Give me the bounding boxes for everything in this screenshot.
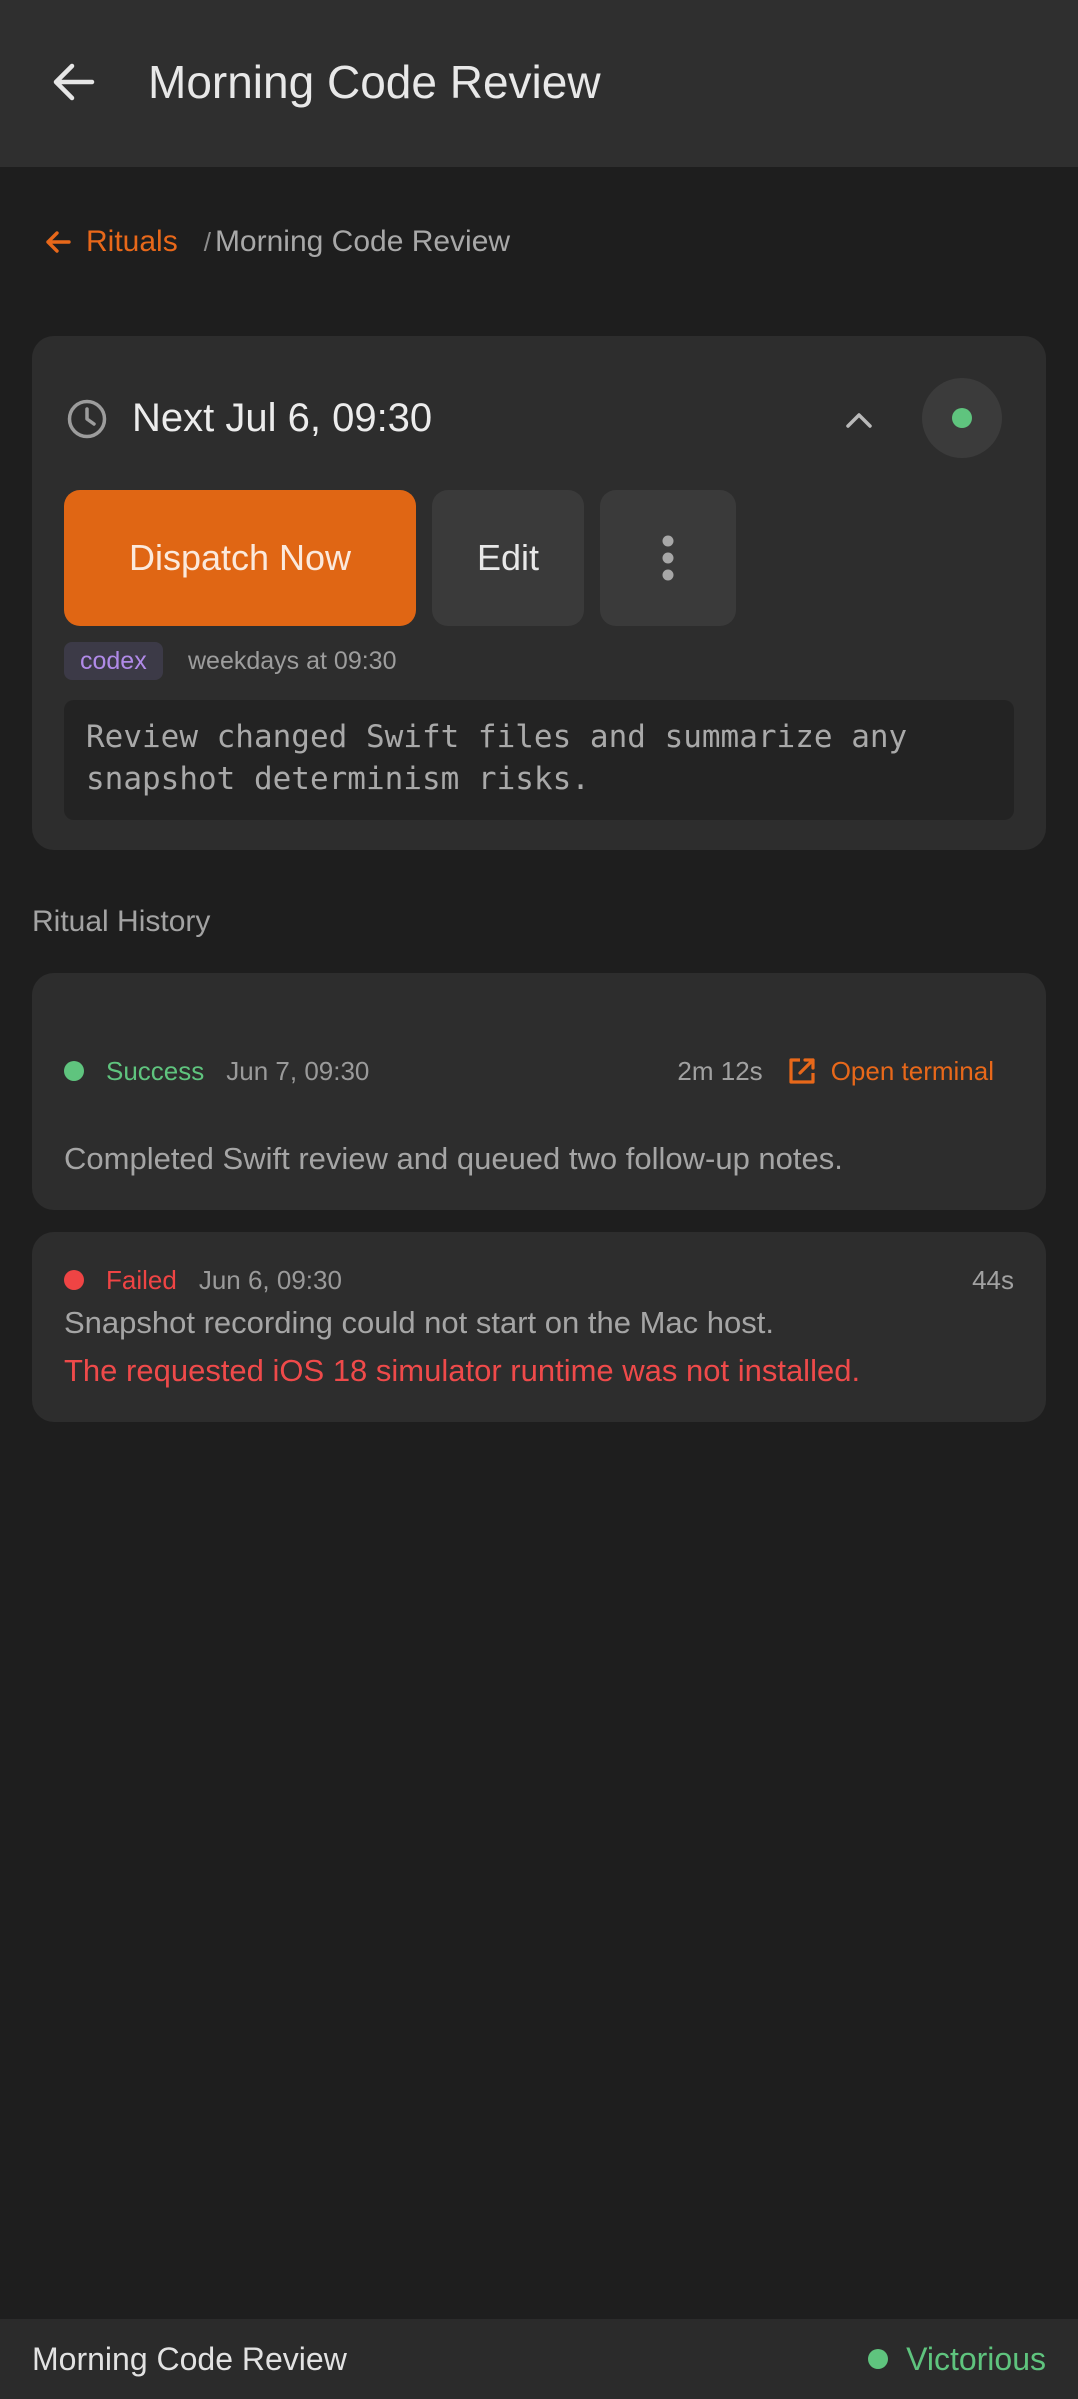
footer-status: Victorious <box>868 2335 1046 2383</box>
run-summary: Completed Swift review and queued two fo… <box>64 1141 843 1176</box>
status-indicator <box>952 408 972 428</box>
run-error-message: The requested iOS 18 simulator runtime w… <box>64 1353 861 1388</box>
failed-status-dot <box>64 1270 84 1290</box>
history-section-title: Ritual History <box>32 905 211 938</box>
edit-button[interactable]: Edit <box>432 490 584 626</box>
more-options-button[interactable] <box>600 490 736 626</box>
app-bar: Morning Code Review <box>0 0 1078 167</box>
success-status-dot <box>64 1061 84 1081</box>
breadcrumb-parent-label: Rituals <box>86 225 178 258</box>
schedule-cadence: weekdays at 09:30 <box>188 647 397 675</box>
footer-title: Morning Code Review <box>32 2341 347 2377</box>
footer-status-dot <box>868 2349 889 2369</box>
run-header: Failed Jun 6, 09:30 44s <box>64 1258 1014 1302</box>
page-title: Morning Code Review <box>148 56 601 108</box>
dispatch-now-button[interactable]: Dispatch Now <box>64 490 416 626</box>
more-vertical-icon <box>662 535 674 581</box>
run-status: Failed <box>106 1264 177 1295</box>
run-date: Jun 6, 09:30 <box>198 1264 342 1295</box>
run-summary: Snapshot recording could not start on th… <box>64 1305 774 1340</box>
run-header: Success Jun 7, 09:30 2m 12s Open termina… <box>64 1049 1014 1093</box>
status-bar: Morning Code Review Victorious <box>0 2319 1078 2399</box>
breadcrumb-rituals-link[interactable]: Rituals <box>44 225 178 259</box>
schedule-card: Next Jul 6, 09:30 Dispatch Now Edit code… <box>32 336 1046 850</box>
history-run-card: Failed Jun 6, 09:30 44s Snapshot recordi… <box>32 1232 1046 1422</box>
run-duration: 2m 12s <box>677 1055 763 1086</box>
arrow-left-icon <box>53 63 95 101</box>
ritual-status-toggle[interactable] <box>922 378 1002 458</box>
agent-badge: codex <box>64 642 163 680</box>
arrow-left-icon <box>46 231 71 253</box>
clock-icon <box>67 399 107 439</box>
chevron-up-icon <box>846 413 872 428</box>
open-terminal-label: Open terminal <box>830 1055 994 1086</box>
back-button[interactable] <box>44 52 104 112</box>
collapse-button[interactable] <box>834 398 884 442</box>
breadcrumb-current: Morning Code Review <box>214 225 511 258</box>
footer-status-label: Victorious <box>906 2341 1046 2377</box>
ritual-prompt: Review changed Swift files and summarize… <box>64 700 1014 820</box>
external-link-icon <box>789 1058 815 1084</box>
breadcrumb-separator: / <box>203 226 211 257</box>
run-duration: 44s <box>972 1264 1014 1295</box>
run-status: Success <box>106 1055 205 1086</box>
breadcrumb: Rituals / Morning Code Review <box>44 220 510 264</box>
run-date: Jun 7, 09:30 <box>226 1055 370 1086</box>
history-run-card: Success Jun 7, 09:30 2m 12s Open termina… <box>32 973 1046 1210</box>
next-run-label: Next Jul 6, 09:30 <box>132 396 433 440</box>
open-terminal-link[interactable]: Open terminal <box>787 1056 994 1087</box>
